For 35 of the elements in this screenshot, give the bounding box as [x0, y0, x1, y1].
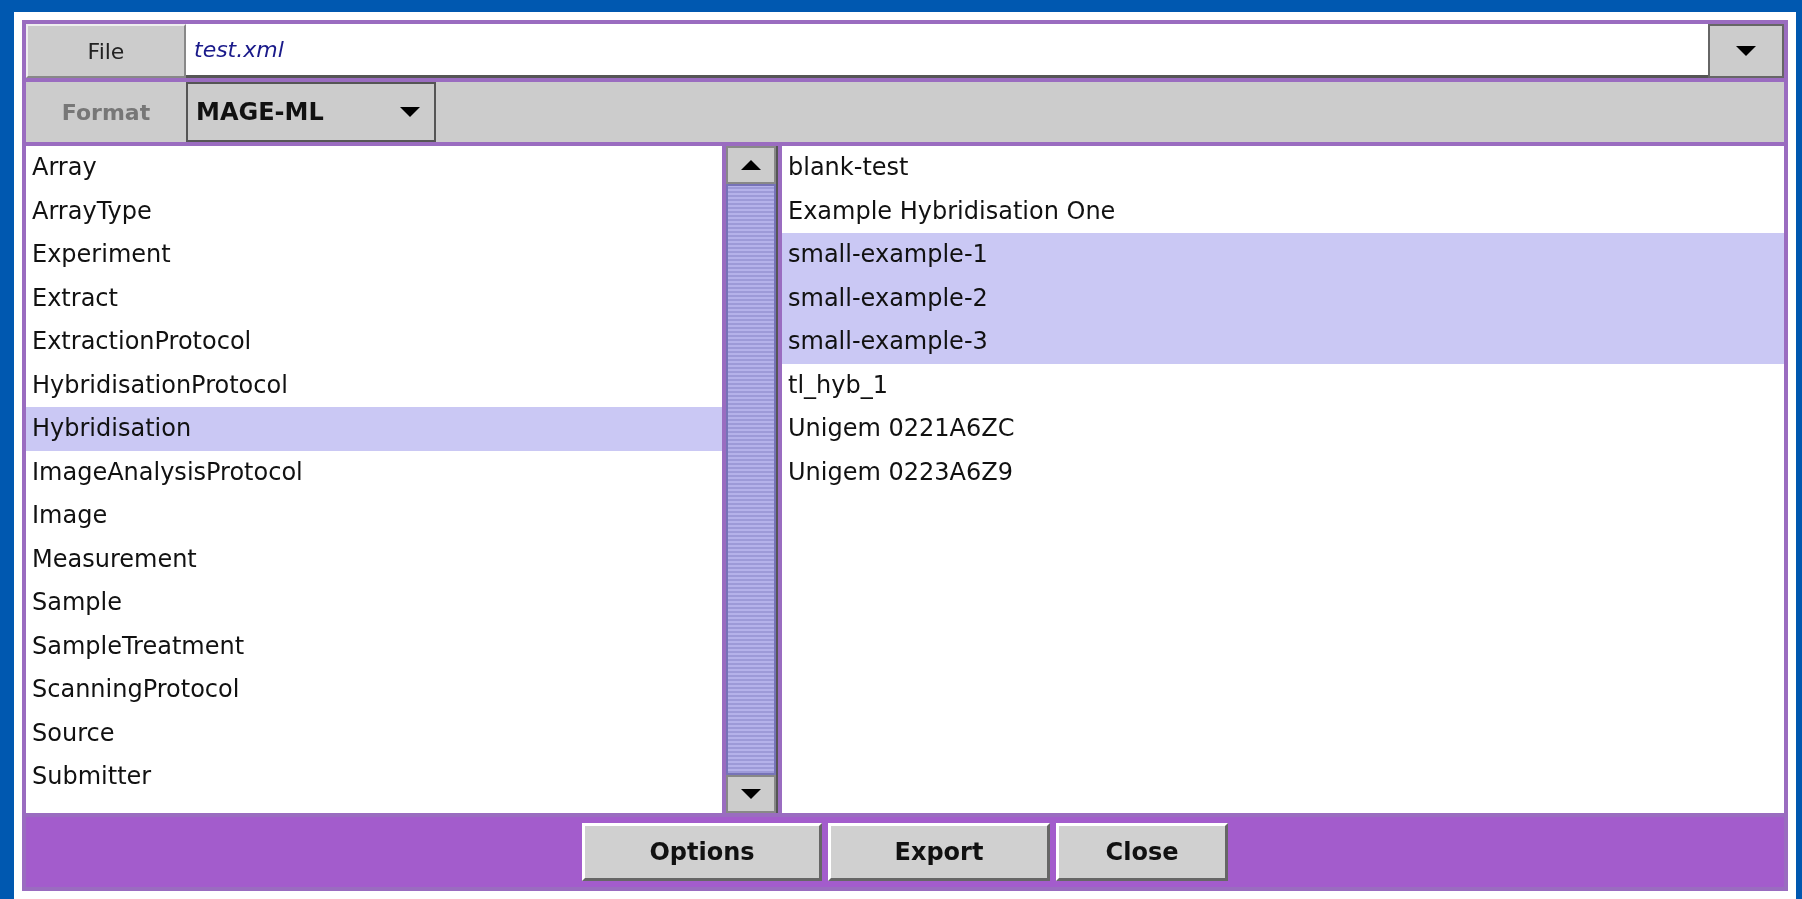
list-item[interactable]: SampleTreatment	[26, 624, 722, 668]
format-dropdown[interactable]: MAGE-ML	[186, 82, 436, 142]
list-item[interactable]: Image	[26, 494, 722, 538]
caret-icon	[1736, 46, 1756, 56]
file-button[interactable]: File	[26, 24, 186, 78]
list-item[interactable]: Experiment	[26, 233, 722, 277]
list-item[interactable]: small-example-2	[782, 276, 1784, 320]
list-item[interactable]: Array	[26, 146, 722, 190]
list-item[interactable]: Extract	[26, 276, 722, 320]
list-item[interactable]: ImageAnalysisProtocol	[26, 450, 722, 494]
list-item[interactable]: small-example-3	[782, 320, 1784, 364]
list-item[interactable]: Hybridisation	[26, 407, 722, 451]
dialog-button[interactable]: Close	[1056, 823, 1228, 881]
caret-icon	[741, 789, 761, 799]
dialog-button[interactable]: Export	[828, 823, 1050, 881]
list-item[interactable]: Source	[26, 711, 722, 755]
caret-icon	[400, 107, 420, 117]
list-item[interactable]: Example Hybridisation One	[782, 189, 1784, 233]
list-item[interactable]: Sample	[26, 581, 722, 625]
list-item[interactable]: Unigem 0223A6Z9	[782, 450, 1784, 494]
list-item[interactable]: small-example-1	[782, 233, 1784, 277]
list-item[interactable]: ExtractionProtocol	[26, 320, 722, 364]
list-item[interactable]: Measurement	[26, 537, 722, 581]
scroll-up-button[interactable]	[726, 146, 776, 184]
up-arrow-icon	[741, 160, 761, 170]
list-item[interactable]: HybridisationProtocol	[26, 363, 722, 407]
dialog-button[interactable]: Options	[582, 823, 822, 881]
dropdown-button[interactable]	[1708, 24, 1784, 78]
scroll-down-button[interactable]	[726, 775, 776, 813]
list-item[interactable]: Submitter	[26, 755, 722, 799]
list-item[interactable]: tl_hyb_1	[782, 363, 1784, 407]
list-item[interactable]: ScanningProtocol	[26, 668, 722, 712]
list-item[interactable]: Unigem 0221A6ZC	[782, 407, 1784, 451]
list-item[interactable]: blank-test	[782, 146, 1784, 190]
list-item[interactable]: ArrayType	[26, 189, 722, 233]
